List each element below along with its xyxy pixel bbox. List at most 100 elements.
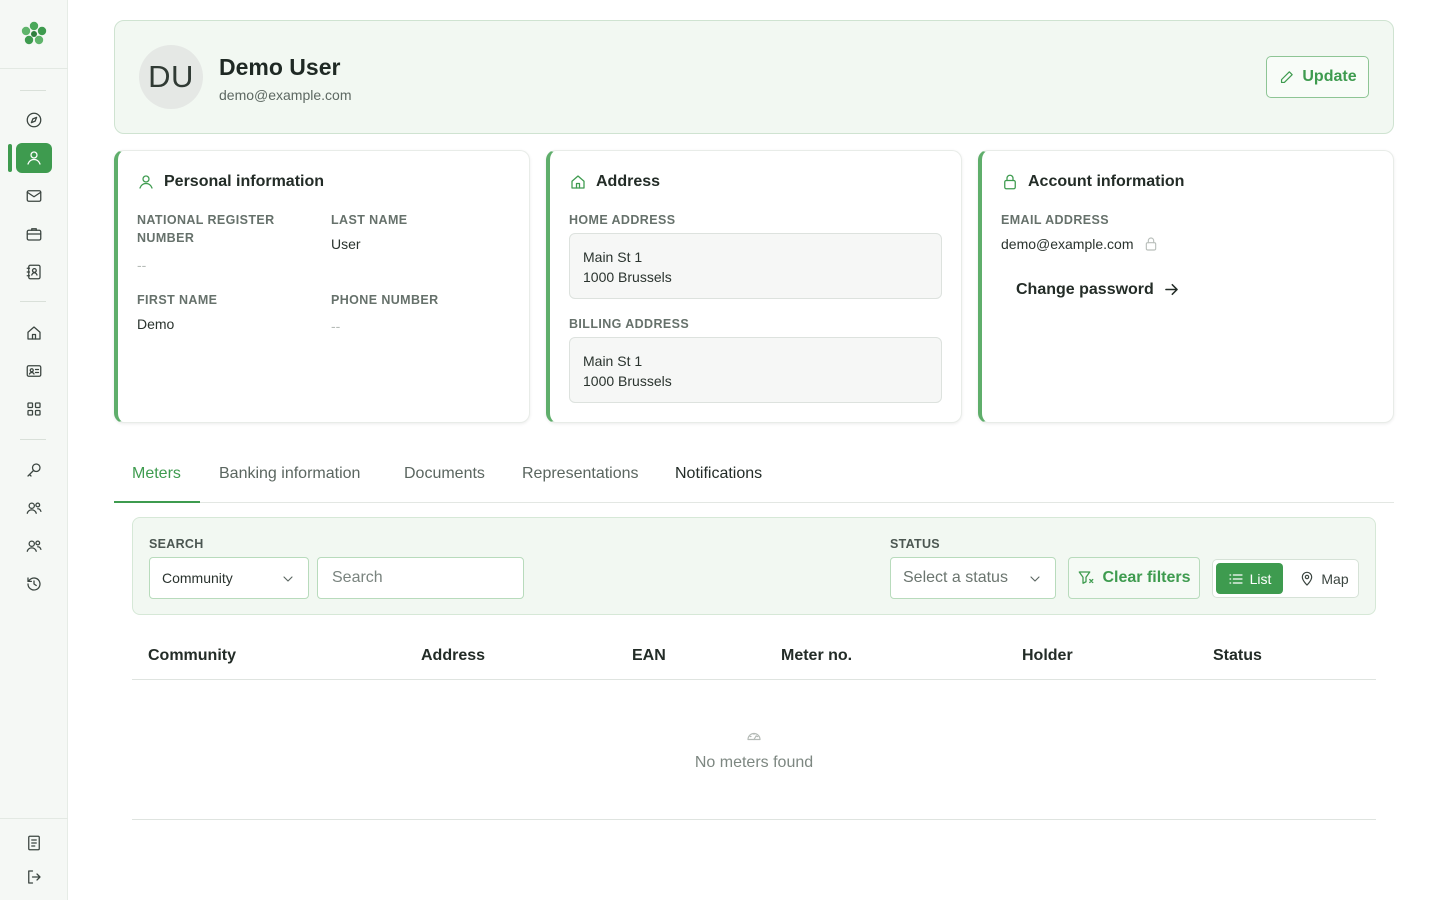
last-name-label: LAST NAME bbox=[331, 213, 408, 227]
card-title: Personal information bbox=[164, 173, 325, 190]
update-button[interactable]: Update bbox=[1266, 56, 1369, 98]
user-name: Demo User bbox=[219, 54, 341, 80]
filter-clear-icon bbox=[1079, 571, 1094, 584]
compass-icon[interactable] bbox=[16, 105, 52, 135]
tab-notifications[interactable]: Notifications bbox=[675, 465, 762, 503]
gauge-icon bbox=[747, 732, 761, 741]
grid-icon[interactable] bbox=[16, 394, 52, 424]
update-button-label: Update bbox=[1302, 68, 1357, 85]
user-icon[interactable] bbox=[16, 143, 52, 173]
active-indicator bbox=[8, 144, 12, 172]
column-header-meter-no[interactable]: Meter no. bbox=[781, 647, 852, 665]
meters-table-header: Community Address EAN Meter no. Holder S… bbox=[132, 632, 1376, 680]
billing-address-line2: 1000 Brussels bbox=[583, 373, 672, 389]
search-field-select[interactable]: Community bbox=[149, 557, 309, 599]
chevron-down-icon bbox=[283, 576, 293, 582]
national-register-label: NATIONAL REGISTER NUMBER bbox=[137, 213, 275, 245]
change-password-link[interactable]: Change password bbox=[1016, 280, 1181, 299]
empty-state-text: No meters found bbox=[694, 754, 814, 771]
address-heading: Address bbox=[569, 173, 660, 191]
id-card-icon[interactable] bbox=[16, 356, 52, 386]
lock-icon bbox=[1145, 237, 1157, 251]
user-icon bbox=[139, 175, 153, 189]
meters-empty-state: No meters found bbox=[132, 680, 1376, 820]
card-title: Account information bbox=[1028, 173, 1185, 190]
billing-address-label: BILLING ADDRESS bbox=[569, 317, 690, 331]
users-group-icon[interactable] bbox=[16, 531, 52, 561]
phone-number-value: -- bbox=[331, 318, 341, 334]
clear-filters-button[interactable]: Clear filters bbox=[1068, 557, 1200, 599]
history-icon[interactable] bbox=[16, 569, 52, 599]
column-header-holder[interactable]: Holder bbox=[1022, 647, 1073, 665]
chevron-down-icon bbox=[1030, 576, 1040, 582]
phone-number-label: PHONE NUMBER bbox=[331, 293, 439, 307]
home-address-line1: Main St 1 bbox=[583, 249, 643, 265]
account-information-card: Account information EMAIL ADDRESS demo@e… bbox=[978, 150, 1394, 423]
personal-information-heading: Personal information bbox=[137, 173, 324, 191]
key-icon[interactable] bbox=[16, 455, 52, 485]
lock-icon bbox=[1004, 174, 1016, 190]
search-label: SEARCH bbox=[149, 537, 204, 551]
search-field-select-value: Community bbox=[162, 570, 233, 586]
billing-address-box: Main St 1 1000 Brussels bbox=[569, 337, 942, 403]
map-view-button[interactable]: Map bbox=[1293, 563, 1355, 594]
clear-filters-label: Clear filters bbox=[1102, 569, 1191, 586]
sidebar-divider bbox=[20, 90, 46, 91]
sidebar-divider bbox=[20, 301, 46, 302]
billing-address-line1: Main St 1 bbox=[583, 353, 643, 369]
briefcase-icon[interactable] bbox=[16, 219, 52, 249]
home-icon bbox=[571, 175, 585, 189]
profile-header-card: DU Demo User demo@example.com Update bbox=[114, 20, 1394, 134]
tab-documents[interactable]: Documents bbox=[404, 465, 485, 503]
tab-representations[interactable]: Representations bbox=[522, 465, 639, 503]
arrow-right-icon bbox=[1164, 283, 1178, 296]
card-title: Address bbox=[596, 173, 661, 190]
personal-information-card: Personal information NATIONAL REGISTER N… bbox=[114, 150, 530, 423]
home-icon[interactable] bbox=[16, 318, 52, 348]
sidebar bbox=[0, 0, 68, 900]
column-header-status[interactable]: Status bbox=[1213, 647, 1262, 665]
list-view-label: List bbox=[1249, 570, 1272, 587]
active-tab-underline bbox=[114, 501, 200, 503]
sidebar-divider bbox=[0, 818, 68, 819]
tab-meters[interactable]: Meters bbox=[132, 465, 181, 503]
status-select[interactable]: Select a status bbox=[890, 557, 1056, 599]
user-email: demo@example.com bbox=[219, 87, 352, 103]
users-icon[interactable] bbox=[16, 493, 52, 523]
view-toggle: List Map bbox=[1212, 559, 1359, 598]
status-select-placeholder: Select a status bbox=[903, 569, 1008, 586]
document-list-icon[interactable] bbox=[16, 828, 52, 858]
search-input[interactable] bbox=[317, 557, 524, 599]
change-password-label: Change password bbox=[1016, 280, 1154, 298]
national-register-value: -- bbox=[137, 257, 147, 273]
tab-bar: Meters Banking information Documents Rep… bbox=[114, 452, 1394, 503]
list-icon bbox=[1228, 573, 1243, 584]
home-address-label: HOME ADDRESS bbox=[569, 213, 676, 227]
sidebar-divider bbox=[20, 439, 46, 440]
column-header-ean[interactable]: EAN bbox=[632, 647, 666, 665]
first-name-value: Demo bbox=[137, 316, 175, 332]
email-address-label: EMAIL ADDRESS bbox=[1001, 213, 1109, 227]
filter-panel: SEARCH Community STATUS Select a status … bbox=[132, 517, 1376, 615]
home-address-box: Main St 1 1000 Brussels bbox=[569, 233, 942, 299]
mail-icon[interactable] bbox=[16, 181, 52, 211]
home-address-line2: 1000 Brussels bbox=[583, 269, 672, 285]
avatar: DU bbox=[139, 45, 203, 109]
logout-icon[interactable] bbox=[16, 862, 52, 892]
status-label: STATUS bbox=[890, 537, 940, 551]
pencil-icon bbox=[1281, 70, 1294, 83]
email-address-value: demo@example.com bbox=[1001, 236, 1134, 252]
contact-book-icon[interactable] bbox=[16, 257, 52, 287]
sidebar-divider bbox=[0, 68, 68, 69]
tab-banking-information[interactable]: Banking information bbox=[219, 465, 360, 503]
list-view-button[interactable]: List bbox=[1216, 563, 1283, 594]
clover-logo-icon[interactable] bbox=[18, 18, 50, 50]
map-view-label: Map bbox=[1321, 570, 1349, 587]
last-name-value: User bbox=[331, 236, 361, 252]
first-name-label: FIRST NAME bbox=[137, 293, 218, 307]
column-header-community[interactable]: Community bbox=[148, 647, 236, 665]
column-header-address[interactable]: Address bbox=[421, 647, 485, 665]
account-information-heading: Account information bbox=[1001, 173, 1184, 191]
address-card: Address HOME ADDRESS Main St 1 1000 Brus… bbox=[546, 150, 962, 423]
map-pin-icon bbox=[1302, 571, 1313, 586]
